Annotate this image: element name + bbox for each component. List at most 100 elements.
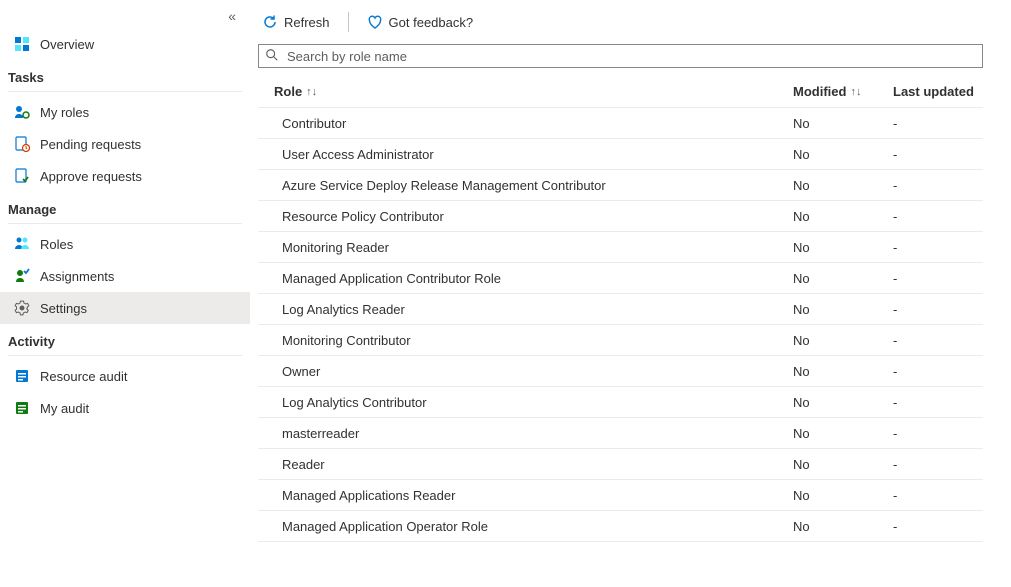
cell-modified: No: [793, 302, 893, 317]
approve-requests-label: Approve requests: [40, 169, 142, 184]
sort-icon: ↑↓: [850, 86, 861, 98]
cell-last-updated: -: [893, 395, 983, 410]
cell-role: Monitoring Reader: [274, 240, 793, 255]
person-roles-icon: [14, 104, 30, 120]
cell-role: Log Analytics Contributor: [274, 395, 793, 410]
cell-last-updated: -: [893, 240, 983, 255]
feedback-button[interactable]: Got feedback?: [363, 6, 478, 38]
table-row[interactable]: Managed Applications ReaderNo-: [258, 480, 983, 511]
column-header-modified[interactable]: Modified ↑↓: [793, 84, 893, 99]
sidebar-item-roles[interactable]: Roles: [0, 228, 250, 260]
toolbar-separator: [348, 12, 349, 32]
toolbar: Refresh Got feedback?: [250, 0, 983, 44]
sort-icon: ↑↓: [306, 86, 317, 98]
cell-role: Reader: [274, 457, 793, 472]
refresh-button[interactable]: Refresh: [258, 6, 334, 38]
overview-icon: [14, 36, 30, 52]
table-row[interactable]: Azure Service Deploy Release Management …: [258, 170, 983, 201]
table-row[interactable]: OwnerNo-: [258, 356, 983, 387]
cell-role: masterreader: [274, 426, 793, 441]
table-row[interactable]: ContributorNo-: [258, 108, 983, 139]
cell-role: Monitoring Contributor: [274, 333, 793, 348]
cell-modified: No: [793, 488, 893, 503]
roles-label: Roles: [40, 237, 73, 252]
cell-last-updated: -: [893, 488, 983, 503]
divider: [8, 91, 242, 92]
cell-role: Log Analytics Reader: [274, 302, 793, 317]
cell-role: Contributor: [274, 116, 793, 131]
sidebar-item-approve-requests[interactable]: Approve requests: [0, 160, 250, 192]
table-row[interactable]: Log Analytics ContributorNo-: [258, 387, 983, 418]
search-box[interactable]: [258, 44, 983, 68]
cell-modified: No: [793, 178, 893, 193]
overview-label: Overview: [40, 37, 94, 52]
cell-modified: No: [793, 147, 893, 162]
cell-role: Azure Service Deploy Release Management …: [274, 178, 793, 193]
collapse-sidebar-icon[interactable]: «: [228, 8, 236, 24]
sidebar-item-settings[interactable]: Settings: [0, 292, 250, 324]
table-row[interactable]: User Access AdministratorNo-: [258, 139, 983, 170]
cell-last-updated: -: [893, 333, 983, 348]
cell-role: Managed Application Contributor Role: [274, 271, 793, 286]
my-audit-icon: [14, 400, 30, 416]
table-row[interactable]: Monitoring ContributorNo-: [258, 325, 983, 356]
cell-last-updated: -: [893, 116, 983, 131]
cell-modified: No: [793, 457, 893, 472]
cell-modified: No: [793, 395, 893, 410]
main-content: Refresh Got feedback? Role ↑↓: [250, 0, 1011, 587]
cell-modified: No: [793, 240, 893, 255]
pending-icon: [14, 136, 30, 152]
table-header: Role ↑↓ Modified ↑↓ Last updated: [258, 76, 983, 108]
sidebar-item-my-roles[interactable]: My roles: [0, 96, 250, 128]
cell-role: Owner: [274, 364, 793, 379]
gear-icon: [14, 300, 30, 316]
my-audit-label: My audit: [40, 401, 89, 416]
cell-modified: No: [793, 209, 893, 224]
cell-last-updated: -: [893, 271, 983, 286]
table-row[interactable]: Managed Application Operator RoleNo-: [258, 511, 983, 542]
cell-last-updated: -: [893, 209, 983, 224]
search-input[interactable]: [285, 48, 976, 65]
cell-last-updated: -: [893, 178, 983, 193]
cell-last-updated: -: [893, 364, 983, 379]
cell-last-updated: -: [893, 519, 983, 534]
assignments-label: Assignments: [40, 269, 114, 284]
heart-icon: [367, 14, 383, 30]
cell-modified: No: [793, 333, 893, 348]
cell-role: Resource Policy Contributor: [274, 209, 793, 224]
divider: [8, 223, 242, 224]
refresh-label: Refresh: [284, 15, 330, 30]
cell-modified: No: [793, 271, 893, 286]
table-row[interactable]: Resource Policy ContributorNo-: [258, 201, 983, 232]
approve-icon: [14, 168, 30, 184]
cell-modified: No: [793, 364, 893, 379]
my-roles-label: My roles: [40, 105, 89, 120]
sidebar-item-resource-audit[interactable]: Resource audit: [0, 360, 250, 392]
cell-last-updated: -: [893, 147, 983, 162]
section-header-tasks: Tasks: [0, 60, 250, 91]
column-header-last-updated[interactable]: Last updated: [893, 84, 983, 99]
sidebar-item-my-audit[interactable]: My audit: [0, 392, 250, 424]
refresh-icon: [262, 14, 278, 30]
table-row[interactable]: Managed Application Contributor RoleNo-: [258, 263, 983, 294]
table-body: ContributorNo-User Access AdministratorN…: [258, 108, 983, 542]
cell-role: Managed Applications Reader: [274, 488, 793, 503]
cell-role: User Access Administrator: [274, 147, 793, 162]
cell-last-updated: -: [893, 426, 983, 441]
cell-role: Managed Application Operator Role: [274, 519, 793, 534]
sidebar-item-pending-requests[interactable]: Pending requests: [0, 128, 250, 160]
sidebar-item-assignments[interactable]: Assignments: [0, 260, 250, 292]
table-row[interactable]: Monitoring ReaderNo-: [258, 232, 983, 263]
sidebar-item-overview[interactable]: Overview: [0, 28, 250, 60]
table-row[interactable]: masterreaderNo-: [258, 418, 983, 449]
cell-modified: No: [793, 426, 893, 441]
column-header-role[interactable]: Role ↑↓: [274, 84, 793, 99]
section-header-manage: Manage: [0, 192, 250, 223]
feedback-label: Got feedback?: [389, 15, 474, 30]
table-row[interactable]: ReaderNo-: [258, 449, 983, 480]
section-header-activity: Activity: [0, 324, 250, 355]
table-row[interactable]: Log Analytics ReaderNo-: [258, 294, 983, 325]
assignments-icon: [14, 268, 30, 284]
sidebar: « Overview Tasks My roles Pending reques…: [0, 0, 250, 587]
pending-requests-label: Pending requests: [40, 137, 141, 152]
